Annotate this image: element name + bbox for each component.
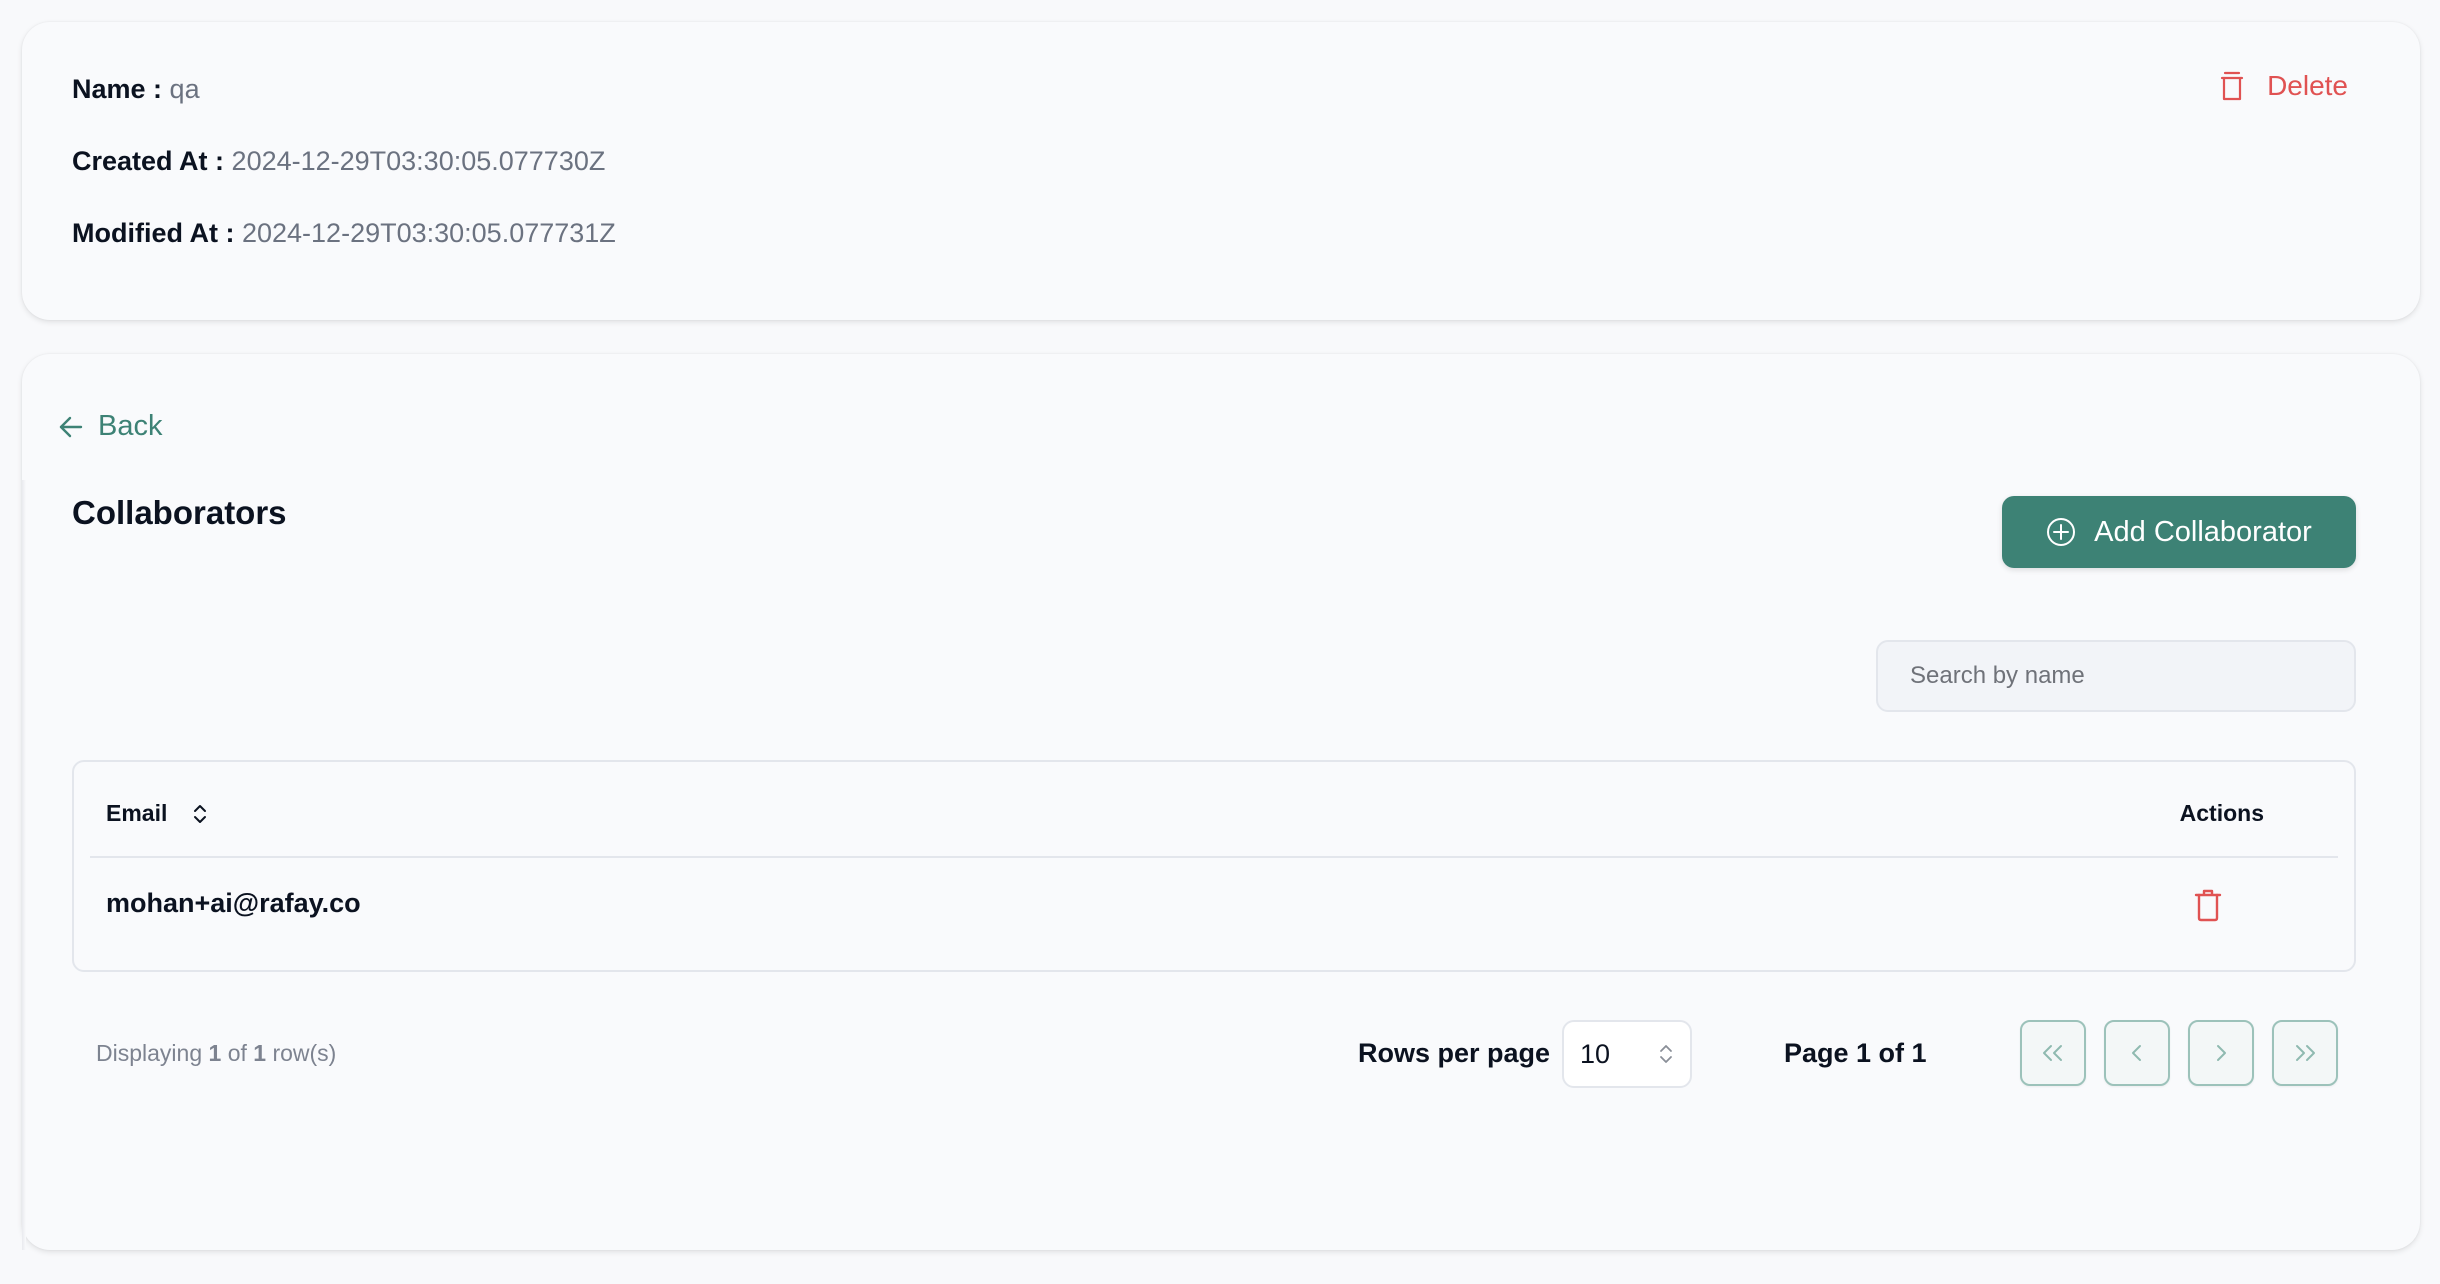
table-header: Email Actions bbox=[90, 762, 2338, 858]
collaborators-table: Email Actions mohan+ai@rafay.co bbox=[72, 760, 2356, 972]
total-count: 1 bbox=[253, 1040, 267, 1066]
name-value: qa bbox=[169, 74, 200, 104]
column-header-email-label: Email bbox=[106, 800, 168, 826]
chevron-left-icon bbox=[2132, 1045, 2141, 1061]
rows-per-page-select[interactable]: 10 bbox=[1562, 1020, 1692, 1088]
chevrons-right-icon bbox=[2296, 1045, 2315, 1061]
displayed-count: 1 bbox=[208, 1040, 222, 1066]
chevrons-left-icon bbox=[2043, 1045, 2062, 1061]
chevron-right-icon bbox=[2217, 1045, 2226, 1061]
name-label: Name : bbox=[72, 74, 163, 104]
rows-per-page-value: 10 bbox=[1580, 1038, 1611, 1069]
first-page-button[interactable] bbox=[2020, 1020, 2086, 1086]
rows-per-page-label: Rows per page bbox=[1358, 1038, 1551, 1068]
section-divider bbox=[22, 480, 26, 1250]
chevron-up-down-icon bbox=[194, 804, 207, 823]
next-page-button[interactable] bbox=[2188, 1020, 2254, 1086]
modified-at-field: Modified At : 2024-12-29T03:30:05.077731… bbox=[72, 218, 616, 249]
rows-suffix: row(s) bbox=[272, 1040, 337, 1066]
section-title: Collaborators bbox=[72, 494, 287, 531]
created-at-field: Created At : 2024-12-29T03:30:05.077730Z bbox=[72, 146, 605, 177]
column-header-actions: Actions bbox=[2179, 800, 2264, 826]
page-info: Page 1 of 1 bbox=[1784, 1038, 1927, 1068]
column-header-email[interactable]: Email bbox=[106, 800, 209, 827]
plus-circle-icon bbox=[2047, 518, 2076, 546]
trash-icon bbox=[2220, 71, 2244, 101]
details-card: Name : qa Created At : 2024-12-29T03:30:… bbox=[22, 22, 2420, 320]
trash-icon[interactable] bbox=[2193, 888, 2223, 922]
search-input[interactable] bbox=[1876, 640, 2356, 712]
collaborators-card: Back Collaborators Add Collaborator Emai… bbox=[22, 354, 2420, 1250]
previous-page-button[interactable] bbox=[2104, 1020, 2170, 1086]
last-page-button[interactable] bbox=[2272, 1020, 2338, 1086]
modified-at-value: 2024-12-29T03:30:05.077731Z bbox=[241, 218, 616, 248]
displaying-prefix: Displaying bbox=[96, 1040, 203, 1066]
modified-at-label: Modified At : bbox=[72, 218, 235, 248]
add-collaborator-label: Add Collaborator bbox=[2094, 515, 2312, 548]
arrow-left-icon bbox=[59, 416, 83, 437]
back-link[interactable]: Back bbox=[58, 410, 162, 443]
back-label: Back bbox=[98, 410, 163, 442]
delete-button[interactable]: Delete bbox=[2219, 70, 2348, 102]
created-at-value: 2024-12-29T03:30:05.077730Z bbox=[231, 146, 606, 176]
chevron-up-down-icon bbox=[1660, 1045, 1672, 1063]
cell-email: mohan+ai@rafay.co bbox=[106, 888, 361, 918]
of-word: of bbox=[227, 1040, 247, 1066]
add-collaborator-button[interactable]: Add Collaborator bbox=[2002, 496, 2356, 568]
displaying-count: Displaying 1 of 1 row(s) bbox=[96, 1040, 336, 1067]
created-at-label: Created At : bbox=[72, 146, 225, 176]
delete-label: Delete bbox=[2267, 70, 2348, 101]
name-field: Name : qa bbox=[72, 74, 200, 105]
table-row: mohan+ai@rafay.co bbox=[90, 860, 2338, 968]
